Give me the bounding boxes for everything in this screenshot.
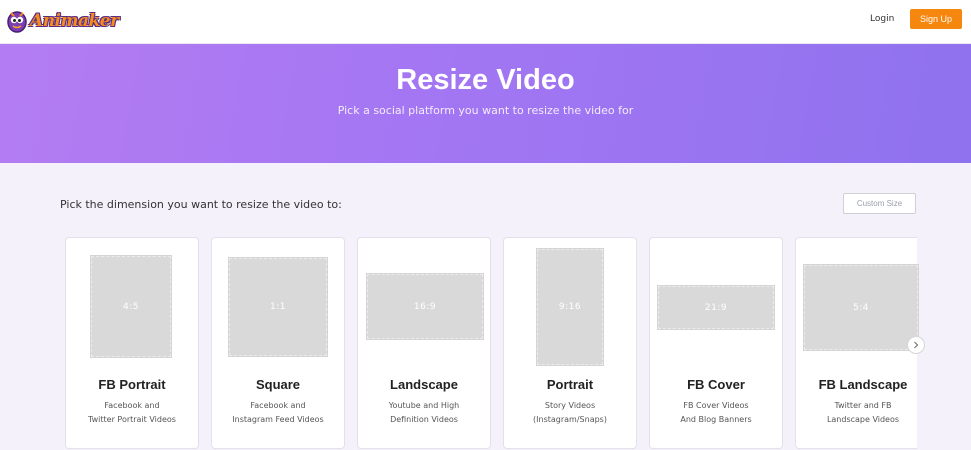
dimension-cards: 4:5 FB Portrait Facebook and Twitter Por… — [0, 0, 971, 450]
card-description: Facebook and Twitter Portrait Videos — [88, 401, 176, 424]
chevron-right-icon — [914, 341, 919, 349]
card-landscape[interactable]: 16:9 Landscape Youtube and High Definiti… — [357, 237, 491, 449]
card-title: Landscape — [390, 377, 458, 392]
ratio-preview: 16:9 — [366, 273, 484, 340]
card-portrait[interactable]: 9:16 Portrait Story Videos (Instagram/Sn… — [503, 237, 637, 449]
ratio-preview: 1:1 — [228, 257, 328, 357]
card-title: FB Landscape — [818, 377, 908, 392]
ratio-preview: 9:16 — [536, 248, 604, 366]
card-square[interactable]: 1:1 Square Facebook and Instagram Feed V… — [211, 237, 345, 449]
card-description: Twitter and FB Landscape Videos — [826, 401, 900, 424]
card-description: Youtube and High Definition Videos — [388, 401, 460, 424]
card-fb-landscape[interactable]: 5:4 FB Landscape Twitter and FB Landscap… — [795, 237, 919, 449]
card-title: Square — [255, 377, 301, 392]
card-description: Facebook and Instagram Feed Videos — [232, 401, 324, 424]
card-description: Story Videos (Instagram/Snaps) — [533, 401, 607, 424]
card-description: FB Cover Videos And Blog Banners — [680, 401, 752, 424]
card-title: Portrait — [546, 377, 594, 392]
next-arrow-button[interactable] — [907, 336, 925, 354]
ratio-preview: 5:4 — [803, 264, 919, 351]
card-fb-portrait[interactable]: 4:5 FB Portrait Facebook and Twitter Por… — [65, 237, 199, 449]
card-title: FB Portrait — [98, 377, 166, 392]
ratio-preview: 4:5 — [90, 255, 172, 358]
card-title: FB Cover — [687, 377, 745, 392]
card-fb-cover[interactable]: 21:9 FB Cover FB Cover Videos And Blog B… — [649, 237, 783, 449]
ratio-preview: 21:9 — [657, 285, 775, 330]
